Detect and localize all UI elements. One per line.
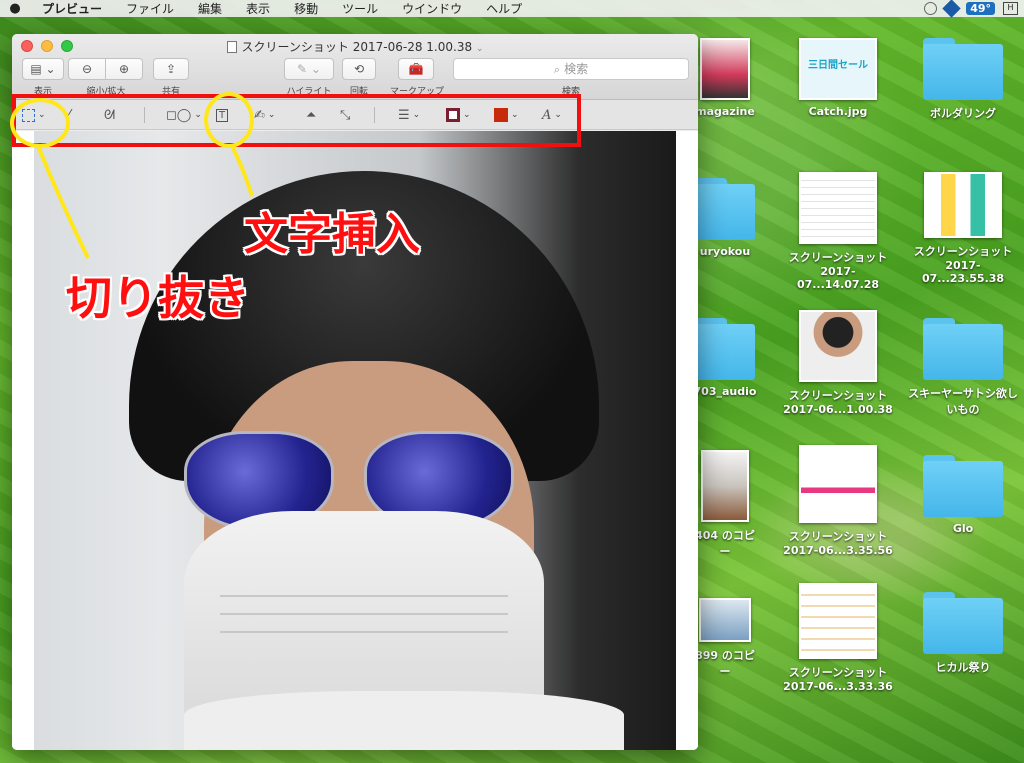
share-icon: ⇪ [165, 62, 177, 76]
zoom-out-button[interactable]: ⊖ [68, 58, 106, 80]
desktop-icon-404-copy[interactable]: 404 のコピー [690, 450, 760, 559]
apple-menu-icon[interactable]: ● [0, 1, 30, 16]
toolbar-highlight-box [12, 94, 581, 147]
image-thumbnail-icon [699, 598, 751, 642]
document-icon [226, 41, 237, 53]
folder-icon [923, 38, 1003, 100]
temperature-indicator[interactable]: 49° [966, 2, 995, 15]
zoom-out-icon: ⊖ [81, 62, 93, 76]
crop-annotation: 切り抜き [66, 271, 250, 325]
desktop-icon-uryokou[interactable]: uryokou [690, 178, 760, 258]
folder-icon [923, 455, 1003, 517]
thumbnail-text: 三日間セール [808, 60, 868, 71]
desktop-icon-label: スクリーンショット 2017-06...1.00.38 [783, 389, 893, 416]
desktop-icon-label: ヒカル祭り [935, 661, 991, 674]
desktop-icon-screenshot-33556[interactable]: スクリーンショット 2017-06...3.35.56 [783, 445, 893, 557]
desktop-icon-label: 703_audio [693, 385, 757, 398]
desktop-icon-label: 899 のコピー [695, 649, 755, 678]
highlighter-icon: ✎ ⌄ [297, 62, 321, 76]
status-diamond-icon[interactable] [942, 0, 961, 18]
image-thumbnail-icon: 三日間セール [799, 38, 877, 100]
menu-bar: ● プレビュー ファイル 編集 表示 移動 ツール ウインドウ ヘルプ 49° … [0, 0, 1024, 18]
image-thumbnail-icon [799, 445, 877, 523]
desktop-icon-skier-wishlist[interactable]: スキーヤーサトシ欲しいもの [908, 318, 1018, 417]
folder-icon [923, 592, 1003, 654]
zoom-in-button[interactable]: ⊕ [105, 58, 143, 80]
image-thumbnail-icon [799, 172, 877, 244]
menu-view[interactable]: 表示 [234, 0, 282, 17]
folder-icon [695, 318, 755, 380]
desktop-icon-label: スクリーンショット 2017-06...3.33.36 [783, 666, 893, 693]
folder-icon [695, 178, 755, 240]
sidebar-icon: ▤ ⌄ [30, 62, 56, 76]
menu-go[interactable]: 移動 [282, 0, 330, 17]
text-insert-annotation: 文字挿入 [244, 209, 420, 260]
desktop-icon-label: スクリーンショット 2017-07...14.07.28 [788, 251, 888, 291]
window-title-text: スクリーンショット 2017-06-28 1.00.38 [241, 40, 473, 54]
status-circle-icon[interactable] [924, 2, 938, 15]
chevron-down-icon[interactable]: ⌄ [476, 44, 484, 54]
image-thumbnail-icon [799, 583, 877, 659]
toolbox-icon: 🧰 [408, 62, 424, 76]
crop-tool-circle [10, 98, 70, 148]
desktop-icon-screenshot-33336[interactable]: スクリーンショット 2017-06...3.33.36 [783, 583, 893, 693]
desktop-icon-label: uryokou [699, 245, 751, 258]
status-area: 49° H [924, 0, 1018, 18]
image-thumbnail-icon [701, 450, 749, 522]
text-tool-circle [204, 92, 254, 148]
rotate-button[interactable]: ⟲ [342, 58, 376, 80]
zoom-in-icon: ⊕ [118, 62, 130, 76]
desktop-icon-screenshot-235538[interactable]: スクリーンショット 2017-07...23.55.38 [908, 172, 1018, 285]
desktop-icon-bouldering[interactable]: ボルダリング [908, 38, 1018, 121]
canvas-margin [676, 131, 698, 750]
view-button[interactable]: ▤ ⌄ [22, 58, 64, 80]
desktop-icon-label: magazine [695, 105, 755, 118]
desktop-icon-catch[interactable]: 三日間セール Catch.jpg [783, 38, 893, 118]
menu-file[interactable]: ファイル [114, 0, 186, 17]
menu-window[interactable]: ウインドウ [390, 0, 474, 17]
desktop-icon-899-copy[interactable]: 899 のコピー [690, 598, 760, 679]
desktop-icon-703-audio[interactable]: 703_audio [690, 318, 760, 398]
highlight-button[interactable]: ✎ ⌄ [284, 58, 334, 80]
desktop-icon-label: Catch.jpg [808, 105, 868, 118]
menu-preview[interactable]: プレビュー [30, 0, 114, 17]
desktop-icon-label: スクリーンショット 2017-06...3.35.56 [783, 530, 893, 557]
image-thumbnail-icon [924, 172, 1002, 238]
desktop-icon-screenshot-10038[interactable]: スクリーンショット 2017-06...1.00.38 [783, 310, 893, 416]
share-button[interactable]: ⇪ [153, 58, 189, 80]
image-thumbnail-icon [700, 38, 750, 100]
desktop-icon-screenshot-140728[interactable]: スクリーンショット 2017-07...14.07.28 [783, 172, 893, 291]
desktop-icon-label: ボルダリング [930, 107, 996, 120]
desktop-icon-magazine[interactable]: magazine [690, 38, 760, 118]
markup-button[interactable]: 🧰 [398, 58, 434, 80]
menu-edit[interactable]: 編集 [186, 0, 234, 17]
search-placeholder: 検索 [564, 62, 589, 76]
desktop-icon-label: スキーヤーサトシ欲しいもの [908, 387, 1018, 416]
menu-tools[interactable]: ツール [330, 0, 390, 17]
desktop-icon-hikaru-festival[interactable]: ヒカル祭り [908, 592, 1018, 675]
desktop-icon-glo[interactable]: Glo [908, 455, 1018, 535]
folder-icon [923, 318, 1003, 380]
desktop-icon-label: 404 のコピー [695, 529, 755, 558]
search-icon: ⌕ [553, 63, 561, 76]
image-thumbnail-icon [799, 310, 877, 382]
desktop-icon-label: Glo [952, 522, 974, 535]
status-box-icon[interactable]: H [1003, 2, 1018, 15]
rotate-icon: ⟲ [353, 62, 365, 76]
search-field[interactable]: ⌕ 検索 [453, 58, 689, 80]
title-bar: スクリーンショット 2017-06-28 1.00.38 ⌄ ▤ ⌄ 表示 ⊖ … [12, 34, 698, 100]
desktop-icon-label: スクリーンショット 2017-07...23.55.38 [913, 245, 1013, 285]
window-title: スクリーンショット 2017-06-28 1.00.38 ⌄ [12, 38, 698, 55]
menu-help[interactable]: ヘルプ [474, 0, 534, 17]
shirt [184, 691, 624, 750]
